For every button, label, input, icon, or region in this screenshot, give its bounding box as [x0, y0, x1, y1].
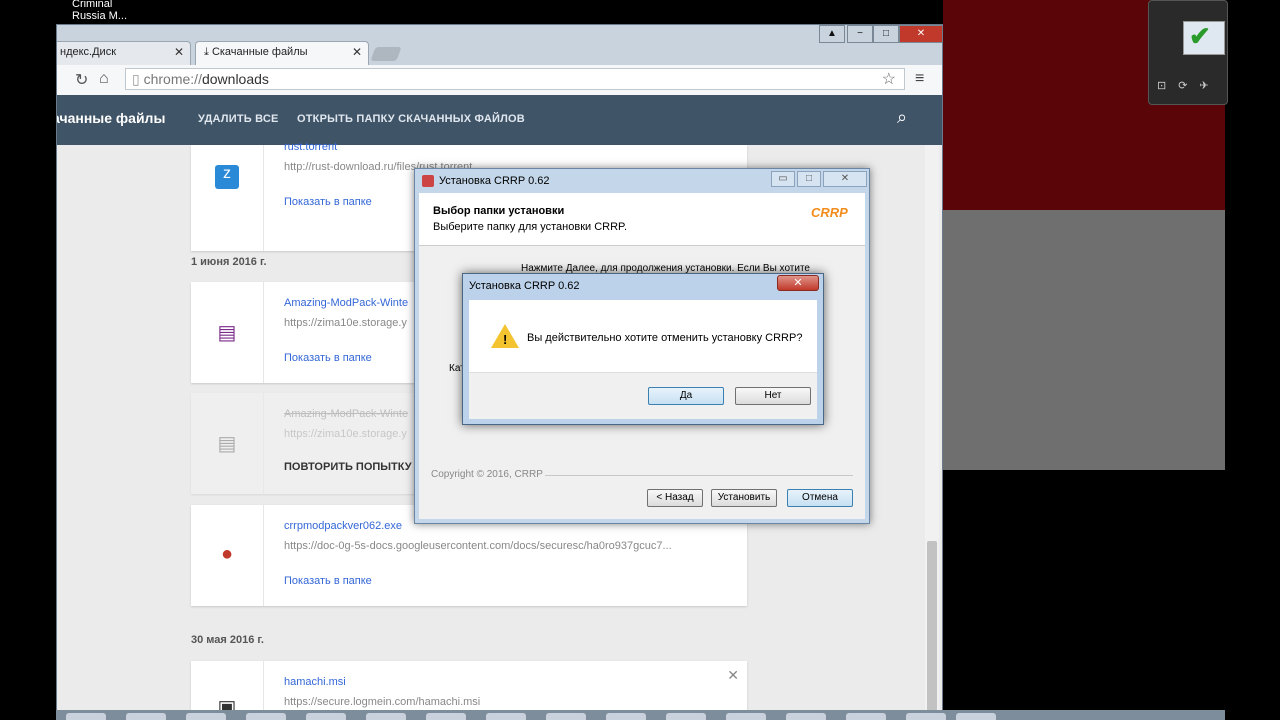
taskbar-item[interactable] — [186, 713, 226, 720]
tab-label: Скачанные файлы — [211, 46, 308, 58]
torrent-file-icon: z — [215, 165, 239, 189]
no-button[interactable]: Нет — [735, 387, 811, 405]
taskbar-item[interactable] — [546, 713, 586, 720]
cancel-button[interactable]: Отмена — [787, 489, 853, 507]
reload-icon[interactable]: ↻ — [75, 70, 88, 90]
dialog-message: Вы действительно хотите отменить установ… — [527, 332, 803, 344]
scrollbar[interactable] — [925, 145, 939, 719]
desktop-gadget[interactable]: ✔ ⊡⟳✈ — [1148, 0, 1228, 105]
taskbar — [56, 710, 1225, 720]
date-label: 1 июня 2016 г. — [191, 256, 267, 268]
file-url: https://zima10e.storage.y — [284, 317, 407, 329]
tab-yandex-disk[interactable]: ндекс.Диск ✕ — [57, 41, 191, 65]
show-in-folder-link[interactable]: Показать в папке — [284, 352, 372, 364]
installer-title: Установка CRRP 0.62 — [439, 175, 550, 187]
file-url: https://secure.logmein.com/hamachi.msi — [284, 696, 481, 708]
warning-mark: ! — [503, 332, 508, 347]
archive-icon: ▤ — [217, 322, 237, 344]
page-icon: ▯ — [132, 71, 140, 87]
taskbar-item[interactable] — [486, 713, 526, 720]
show-in-folder-link[interactable]: Показать в папке — [284, 196, 372, 208]
desktop-wallpaper-gray — [943, 210, 1225, 470]
installer-subheading: Выберите папку для установки CRRP. — [433, 221, 628, 233]
installer-icon: ● — [220, 543, 234, 565]
file-url: https://doc-0g-5s-docs.googleusercontent… — [284, 540, 672, 552]
close-icon[interactable]: ✕ — [727, 667, 739, 684]
taskbar-item[interactable] — [956, 713, 996, 720]
taskbar-item[interactable] — [66, 713, 106, 720]
address-path: downloads — [201, 71, 269, 87]
minimize-button[interactable]: ▭ — [771, 171, 795, 187]
star-icon[interactable]: ☆ — [882, 69, 896, 89]
clear-all-button[interactable]: УДАЛИТЬ ВСЕ — [198, 113, 279, 125]
page-title: качанные файлы — [56, 110, 166, 126]
file-url: https://zima10e.storage.y — [284, 428, 407, 440]
browser-toolbar: ↻ ⌂ ▯ chrome://downloads ☆ ≡ — [57, 65, 942, 96]
app-icon — [422, 175, 434, 187]
menu-icon[interactable]: ≡ — [915, 70, 924, 88]
open-downloads-folder-button[interactable]: ОТКРЫТЬ ПАПКУ СКАЧАННЫХ ФАЙЛОВ — [297, 113, 525, 125]
show-in-folder-link[interactable]: Показать в папке — [284, 575, 372, 587]
taskbar-item[interactable] — [606, 713, 646, 720]
desktop-icon-label-line1: Criminal — [72, 0, 113, 10]
minimize-button[interactable]: − — [847, 25, 873, 43]
file-name-link[interactable]: rust.torrent — [284, 141, 337, 153]
crrp-logo: CRRP — [811, 205, 848, 220]
tab-downloads[interactable]: ⤓ Скачанные файлы ✕ — [195, 41, 369, 65]
browser-titlebar: ндекс.Диск ✕ ⤓ Скачанные файлы ✕ ▲ − □ ✕ — [57, 25, 942, 65]
maximize-button[interactable]: □ — [873, 25, 899, 43]
taskbar-item[interactable] — [426, 713, 466, 720]
copyright-text: Copyright © 2016, CRRP — [431, 469, 543, 480]
maximize-button[interactable]: □ — [797, 171, 821, 187]
archive-icon: ▤ — [217, 433, 237, 455]
file-name-link[interactable]: crrpmodpackver062.exe — [284, 520, 402, 532]
file-name-link[interactable]: Amazing-ModPack-Winte — [284, 297, 408, 309]
downloads-header: качанные файлы УДАЛИТЬ ВСЕ ОТКРЫТЬ ПАПКУ… — [57, 95, 942, 145]
scrollbar-thumb[interactable] — [927, 541, 937, 711]
taskbar-item[interactable] — [846, 713, 886, 720]
file-name-link[interactable]: hamachi.msi — [284, 676, 346, 688]
date-label: 30 мая 2016 г. — [191, 634, 264, 646]
close-icon[interactable]: ✕ — [352, 45, 362, 59]
new-tab-button[interactable] — [370, 47, 402, 61]
installer-header: Выбор папки установки Выберите папку для… — [419, 193, 865, 246]
tab-label: ндекс.Диск — [60, 46, 117, 58]
file-name: Amazing-ModPack-Winte — [284, 408, 409, 420]
search-icon[interactable]: ⌕ — [897, 107, 907, 128]
installer-heading: Выбор папки установки — [433, 205, 565, 217]
close-button[interactable]: ✕ — [823, 171, 867, 187]
taskbar-item[interactable] — [246, 713, 286, 720]
gadget-controls-icon: ⊡⟳✈ — [1157, 80, 1221, 92]
dialog-body: ! Вы действительно хотите отменить устан… — [469, 300, 817, 419]
divider — [545, 475, 853, 476]
close-icon[interactable]: ✕ — [174, 45, 184, 59]
taskbar-item[interactable] — [366, 713, 406, 720]
dialog-footer: Да Нет — [469, 372, 817, 419]
close-window-button[interactable]: ✕ — [899, 25, 942, 43]
desktop-icon-label[interactable]: Criminal Russia M... — [72, 0, 127, 22]
taskbar-item[interactable] — [306, 713, 346, 720]
desktop-edge — [1225, 0, 1280, 720]
address-bar[interactable]: ▯ chrome://downloads ☆ — [125, 68, 905, 90]
taskbar-item[interactable] — [786, 713, 826, 720]
taskbar-item[interactable] — [126, 713, 166, 720]
taskbar-item[interactable] — [726, 713, 766, 720]
dialog-title: Установка CRRP 0.62 — [469, 280, 580, 292]
confirm-dialog: Установка CRRP 0.62 ✕ ! Вы действительно… — [462, 273, 824, 425]
back-button[interactable]: < Назад — [647, 489, 703, 507]
taskbar-item[interactable] — [906, 713, 946, 720]
home-icon[interactable]: ⌂ — [99, 70, 109, 88]
yes-button[interactable]: Да — [648, 387, 724, 405]
download-icon: ⤓ — [204, 46, 209, 58]
address-scheme: chrome:// — [143, 71, 202, 87]
desktop-icon-label-line2: Russia M... — [72, 10, 128, 22]
checkmark-icon: ✔ — [1189, 21, 1211, 51]
card-icon-column — [191, 145, 264, 251]
taskbar-item[interactable] — [666, 713, 706, 720]
retry-button[interactable]: ПОВТОРИТЬ ПОПЫТКУ — [284, 461, 412, 473]
install-button[interactable]: Установить — [711, 489, 777, 507]
user-icon[interactable]: ▲ — [819, 25, 845, 43]
close-icon[interactable]: ✕ — [777, 275, 819, 291]
